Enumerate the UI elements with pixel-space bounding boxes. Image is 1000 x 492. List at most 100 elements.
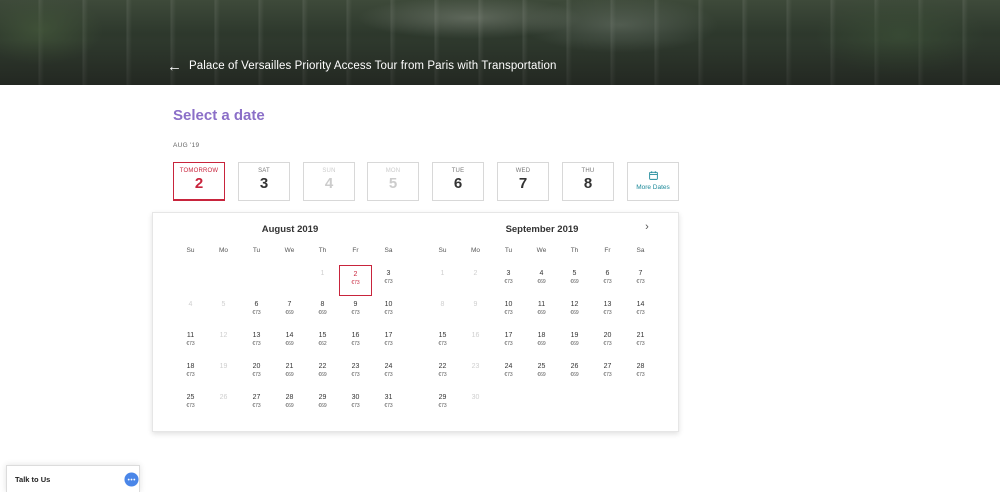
day-number: 11	[537, 301, 546, 308]
page: ← Palace of Versailles Priority Access T…	[0, 0, 1000, 492]
calendar-day[interactable]: 5 €69	[558, 265, 591, 296]
calendar-day[interactable]: 9 €73	[339, 296, 372, 327]
weekday-label: Fr	[604, 247, 611, 254]
day-price: €73	[351, 310, 360, 316]
day-number: 18	[186, 363, 195, 370]
calendar-day[interactable]: 27 €73	[591, 358, 624, 389]
day-number: 16	[351, 332, 360, 339]
day-number: 13	[603, 301, 612, 308]
calendar-day[interactable]: 22 €69	[306, 358, 339, 389]
calendar-day[interactable]: 24 €73	[492, 358, 525, 389]
date-card-tomorrow[interactable]: TOMORROW 2	[173, 162, 225, 201]
calendar-day[interactable]: 3 €73	[492, 265, 525, 296]
more-dates-button[interactable]: More Dates	[627, 162, 679, 201]
day-number: 30	[351, 394, 360, 401]
day-number: 20	[252, 363, 261, 370]
calendar-day[interactable]: 29 €73	[426, 389, 459, 420]
calendar-day[interactable]: 10 €73	[372, 296, 405, 327]
calendar-day[interactable]: 12 €69	[558, 296, 591, 327]
date-card-tue[interactable]: TUE 6	[432, 162, 484, 201]
date-card-sat[interactable]: SAT 3	[238, 162, 290, 201]
arrow-left-icon[interactable]: ←	[167, 58, 183, 76]
chevron-right-icon[interactable]: ›	[641, 221, 653, 235]
calendar-day[interactable]: 23 €73	[339, 358, 372, 389]
date-card-wed[interactable]: WED 7	[497, 162, 549, 201]
day-price: €73	[186, 372, 195, 378]
calendar-day: 1	[306, 265, 339, 296]
weekday-label: Tu	[252, 247, 261, 254]
calendar-day[interactable]: 21 €69	[273, 358, 306, 389]
day-price: €69	[570, 279, 579, 285]
calendar-day[interactable]: 28 €69	[273, 389, 306, 420]
calendar-day[interactable]: 17 €73	[492, 327, 525, 358]
calendar-day[interactable]: 13 €73	[591, 296, 624, 327]
calendar-day[interactable]: 16 €73	[339, 327, 372, 358]
calendar-day[interactable]: 13 €73	[240, 327, 273, 358]
day-number: 2	[473, 270, 478, 277]
calendar-day[interactable]: 6 €73	[591, 265, 624, 296]
calendar-day[interactable]: 15 €73	[426, 327, 459, 358]
calendar-day[interactable]: 20 €73	[591, 327, 624, 358]
calendar-day[interactable]: 27 €73	[240, 389, 273, 420]
calendar-day[interactable]: 18 €69	[525, 327, 558, 358]
calendar-day[interactable]: 25 €69	[525, 358, 558, 389]
calendar-day[interactable]: 2 €73	[339, 265, 372, 296]
calendar-day[interactable]: 18 €73	[174, 358, 207, 389]
day-price: €73	[351, 341, 360, 347]
calendar-day[interactable]: 21 €73	[624, 327, 657, 358]
calendar-day: 8	[426, 296, 459, 327]
date-card-weekday: TUE	[451, 168, 465, 174]
calendar-day[interactable]: 14 €69	[273, 327, 306, 358]
chat-bubble-icon[interactable]	[124, 472, 139, 487]
date-card-thu[interactable]: THU 8	[562, 162, 614, 201]
calendar-day[interactable]: 17 €73	[372, 327, 405, 358]
calendar-day[interactable]: 19 €69	[558, 327, 591, 358]
day-price: €73	[384, 372, 393, 378]
day-number: 9	[473, 301, 478, 308]
calendar-day[interactable]: 11 €73	[174, 327, 207, 358]
calendar-day[interactable]: 15 €62	[306, 327, 339, 358]
day-price: €73	[384, 279, 393, 285]
talk-to-us-widget[interactable]: Talk to Us	[6, 465, 140, 492]
calendar-day[interactable]: 26 €69	[558, 358, 591, 389]
day-number: 28	[636, 363, 645, 370]
calendar-icon	[648, 171, 658, 180]
calendar-day[interactable]: 7 €73	[624, 265, 657, 296]
calendar-day[interactable]: 3 €73	[372, 265, 405, 296]
day-price: €73	[636, 341, 645, 347]
day-price: €69	[318, 310, 327, 316]
day-number: 31	[384, 394, 393, 401]
calendar-day[interactable]: 24 €73	[372, 358, 405, 389]
calendar-day[interactable]: 6 €73	[240, 296, 273, 327]
calendar-day[interactable]: 14 €73	[624, 296, 657, 327]
day-number: 4	[539, 270, 544, 277]
calendar-day[interactable]: 11 €69	[525, 296, 558, 327]
day-number: 22	[318, 363, 327, 370]
day-number: 10	[384, 301, 393, 308]
day-number: 3	[386, 270, 391, 277]
date-card-weekday: MON	[385, 168, 401, 174]
calendar-day[interactable]: 8 €69	[306, 296, 339, 327]
day-price: €69	[285, 341, 294, 347]
calendar-day[interactable]: 7 €69	[273, 296, 306, 327]
month-title: August 2019	[261, 224, 319, 235]
day-number: 5	[572, 270, 577, 277]
calendar-day[interactable]: 31 €73	[372, 389, 405, 420]
day-price: €73	[252, 403, 261, 409]
day-number: 22	[438, 363, 447, 370]
calendar-day[interactable]: 25 €73	[174, 389, 207, 420]
day-number: 1	[440, 270, 445, 277]
calendar-day[interactable]: 30 €73	[339, 389, 372, 420]
calendar-day[interactable]: 10 €73	[492, 296, 525, 327]
day-number: 15	[438, 332, 447, 339]
calendar-day[interactable]: 22 €73	[426, 358, 459, 389]
day-price: €73	[351, 280, 360, 286]
day-number: 20	[603, 332, 612, 339]
date-card-weekday: SUN	[322, 168, 336, 174]
calendar-day[interactable]: 20 €73	[240, 358, 273, 389]
calendar-day[interactable]: 4 €69	[525, 265, 558, 296]
calendar-day[interactable]: 29 €69	[306, 389, 339, 420]
day-number: 12	[570, 301, 579, 308]
calendar-day[interactable]: 28 €73	[624, 358, 657, 389]
weekday-label: We	[536, 247, 547, 254]
